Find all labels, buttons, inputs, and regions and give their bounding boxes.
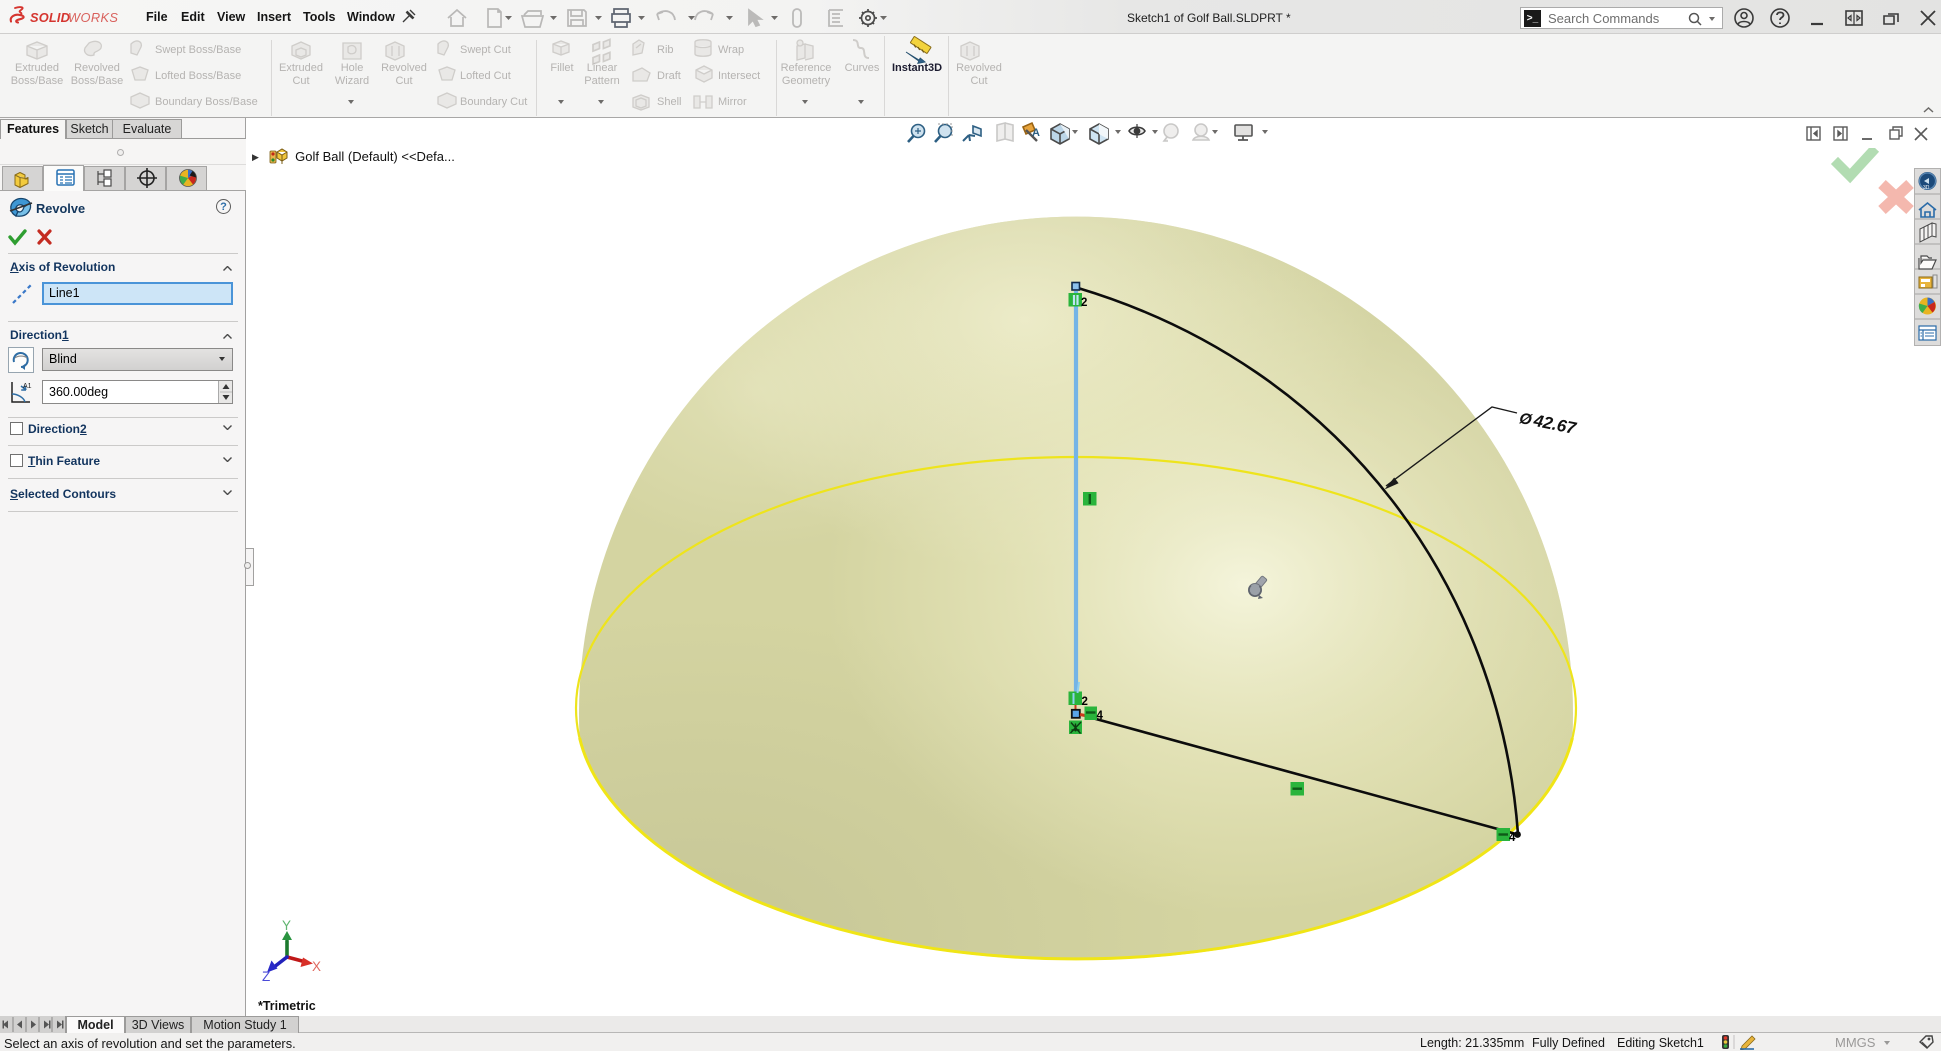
svg-text:Ø42.67: Ø42.67 [1518,408,1579,438]
svg-text:SOLID: SOLID [30,10,70,25]
svg-text:Y: Y [282,918,291,933]
svg-text:4: 4 [1097,710,1104,722]
svg-text:2: 2 [1081,297,1087,309]
svg-text:WORKS: WORKS [68,10,118,25]
svg-text:A: A [1032,127,1040,139]
svg-text:Z: Z [262,969,270,984]
svg-text:3D: 3D [1923,185,1930,191]
svg-text:2: 2 [1082,696,1088,708]
svg-text:X: X [312,959,321,974]
